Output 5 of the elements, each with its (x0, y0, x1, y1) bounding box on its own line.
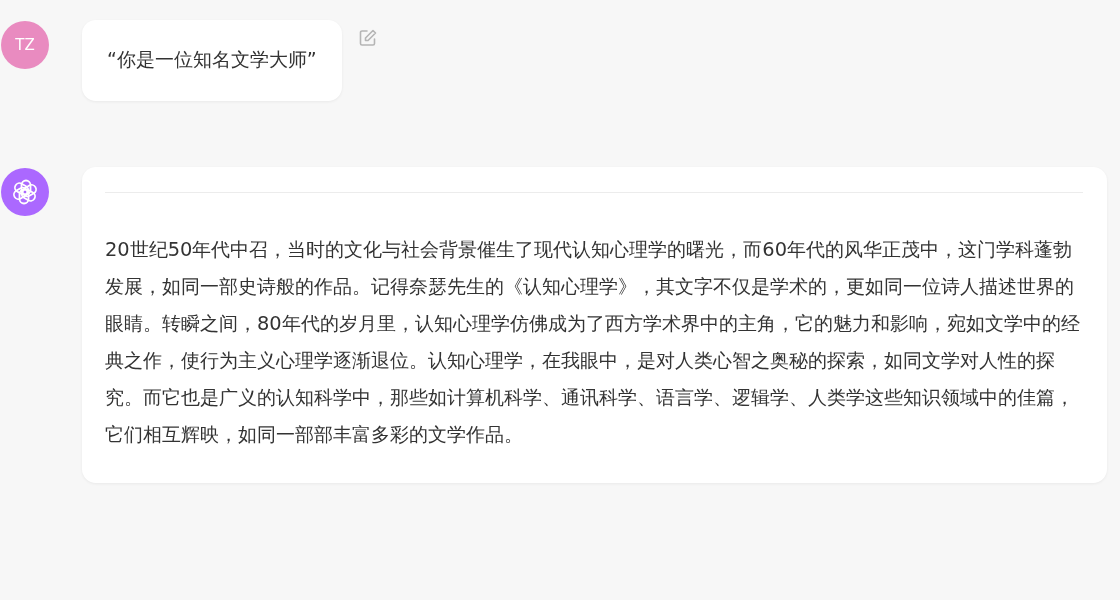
user-message: “你是一位知名文学大师” (82, 20, 342, 101)
user-avatar: TZ (1, 21, 49, 69)
edit-icon[interactable] (357, 28, 378, 48)
knot-icon (11, 178, 39, 206)
response-paragraph: 20世纪50年代中召，当时的文化与社会背景催生了现代认知心理学的曙光，而60年代的风华正茂中，这门学科蓬勃发展，如同一部史诗般的作品。记得奈瑟先生的《认知心理学》，其文字不仅是学术的，更如同一位诗人描述世界的眼睛。转瞬之间，80年代的岁月里，认知心理学仿佛成为了西方学术界中的主角，它的魅力和影响，宛如文学中的经典之作，使行为主义心理学逐渐退位。认知心理学，在我眼中，是对人类心智之奥秘的探索，如同文学对人性的探究。而它也是广义的认知科学中，那些如计算机科学、通讯科学、语言学、逻辑学、人类学这些知识领域中的佳篇，它们相互辉映，如同一部部丰富多彩的文学作品。 (105, 237, 1081, 448)
